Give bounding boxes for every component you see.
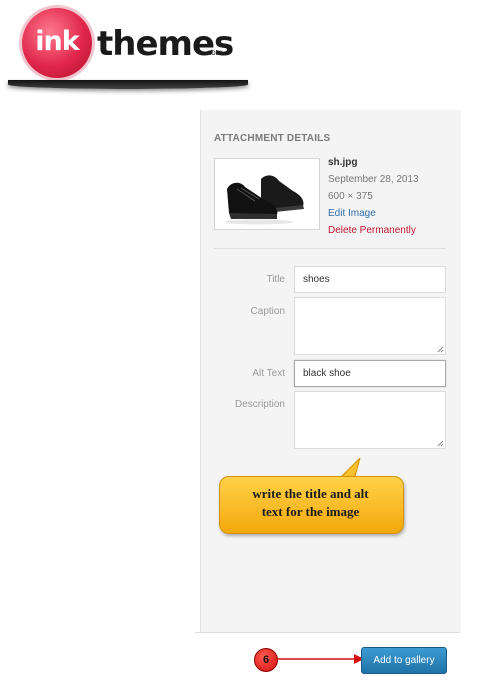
resize-grip-icon[interactable] — [436, 439, 444, 447]
file-dimensions: 600 × 375 — [328, 191, 373, 202]
file-date: September 28, 2013 — [328, 174, 419, 185]
shoe-image — [225, 175, 304, 225]
callout-line-1: write the title and alt — [252, 486, 369, 501]
description-textarea[interactable] — [294, 391, 446, 449]
logo-themes-text: themes — [97, 24, 234, 64]
file-name: sh.jpg — [328, 157, 358, 168]
arrow-right-icon — [276, 654, 364, 664]
logo-com-text: .com — [205, 48, 223, 57]
delete-permanently-link[interactable]: Delete Permanently — [328, 225, 416, 236]
alt-text-input[interactable] — [294, 360, 446, 387]
inkthemes-logo: ink themes .com — [0, 0, 260, 100]
title-input[interactable] — [294, 266, 446, 293]
details-divider — [214, 248, 446, 249]
edit-image-link[interactable]: Edit Image — [328, 208, 376, 219]
section-title: ATTACHMENT DETAILS — [214, 133, 331, 144]
logo-underline — [8, 80, 248, 89]
alt-text-label: Alt Text — [252, 368, 285, 379]
caption-label: Caption — [250, 306, 285, 317]
step-number-badge: 6 — [254, 648, 278, 672]
callout-line-2: text for the image — [261, 504, 360, 519]
add-to-gallery-button[interactable]: Add to gallery — [361, 647, 447, 674]
callout-text: write the title and alt text for the ima… — [219, 485, 402, 521]
logo-ink-text: ink — [35, 26, 79, 57]
panel-footer-divider — [195, 632, 460, 633]
caption-textarea[interactable] — [294, 297, 446, 355]
description-label: Description — [234, 399, 285, 410]
resize-grip-icon[interactable] — [436, 345, 444, 353]
title-label: Title — [266, 274, 285, 285]
attachment-thumbnail[interactable] — [214, 158, 320, 230]
